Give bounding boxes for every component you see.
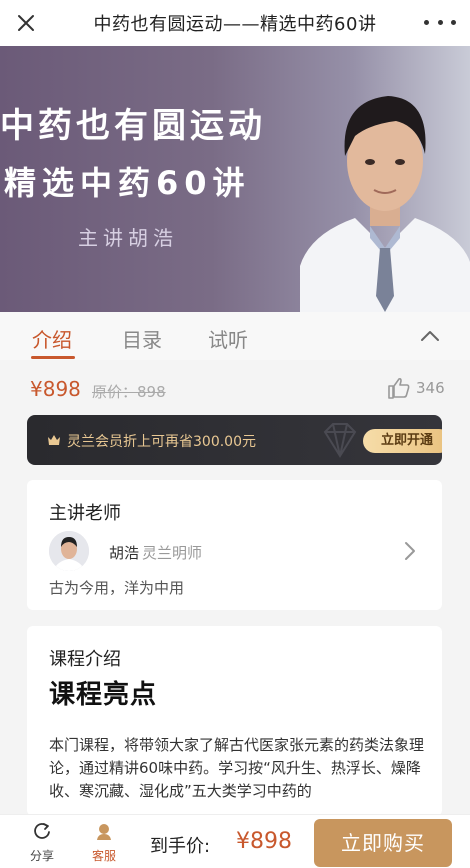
teacher-role: 灵兰明师: [142, 544, 203, 562]
current-price: ¥898: [30, 377, 81, 401]
more-icon[interactable]: [424, 10, 456, 34]
banner-lecturer: 主讲胡浩: [78, 226, 178, 250]
teacher-name: 胡浩: [109, 544, 140, 562]
final-price-label: 到手价:: [150, 836, 211, 857]
chevron-right-icon[interactable]: [403, 541, 417, 565]
customer-service-label: 客服: [91, 849, 116, 863]
tab-catalog[interactable]: 目录: [122, 324, 162, 353]
diamond-icon: [323, 423, 357, 458]
intro-paragraph: 本门课程，将带领大家了解古代医家张元素的药类法象理论，通过精讲60味中药。学习按…: [49, 736, 425, 800]
share-button[interactable]: 分享: [22, 821, 62, 864]
avatar: [49, 531, 89, 571]
tab-trial[interactable]: 试听: [208, 324, 248, 353]
top-bar: 中药也有圆运动——精选中药60讲: [0, 0, 470, 46]
vip-text: 灵兰会员折上可再省300.00元: [67, 434, 256, 450]
page-title: 中药也有圆运动——精选中药60讲: [93, 14, 377, 35]
teacher-motto: 古为今用，洋为中用: [49, 579, 185, 597]
vip-banner[interactable]: 灵兰会员折上可再省300.00元 立即开通: [27, 415, 442, 465]
customer-service-button[interactable]: 客服: [84, 821, 124, 864]
intro-heading: 课程介绍: [49, 649, 121, 670]
buy-now-button[interactable]: 立即购买: [314, 819, 452, 867]
thumbs-up-icon: [388, 377, 410, 399]
share-icon: [34, 823, 50, 839]
banner-title-line1: 中药也有圆运动: [0, 106, 266, 146]
like-count: 346: [416, 379, 445, 397]
chevron-up-icon[interactable]: [418, 326, 442, 346]
course-banner: 中药也有圆运动 精选中药60讲 主讲胡浩: [0, 46, 470, 312]
like-button[interactable]: 346: [386, 376, 445, 400]
final-price: ¥898: [236, 829, 292, 854]
close-icon[interactable]: [12, 9, 40, 37]
crown-icon: [48, 435, 60, 445]
intro-card: 课程介绍 课程亮点 本门课程，将带领大家了解古代医家张元素的药类法象理论，通过精…: [27, 626, 442, 816]
vip-open-button[interactable]: 立即开通: [363, 429, 442, 453]
banner-title-line2: 精选中药60讲: [4, 164, 251, 202]
bottom-bar: 分享 客服 到手价: ¥898 立即购买: [0, 814, 470, 868]
tab-intro[interactable]: 介绍: [32, 324, 72, 353]
teacher-card: 主讲老师 胡浩 灵兰明师 古为今用，洋为中用: [27, 480, 442, 610]
customer-service-icon: [97, 824, 111, 840]
lecturer-portrait: [300, 96, 470, 312]
tab-underline: [31, 356, 75, 359]
intro-title: 课程亮点: [49, 680, 158, 710]
price-row: ¥898 原价：898 346: [0, 360, 470, 410]
tab-bar: 介绍 目录 试听: [0, 312, 470, 360]
original-price: 原价：898: [92, 383, 166, 401]
teacher-heading: 主讲老师: [49, 503, 121, 524]
share-label: 分享: [29, 849, 54, 863]
